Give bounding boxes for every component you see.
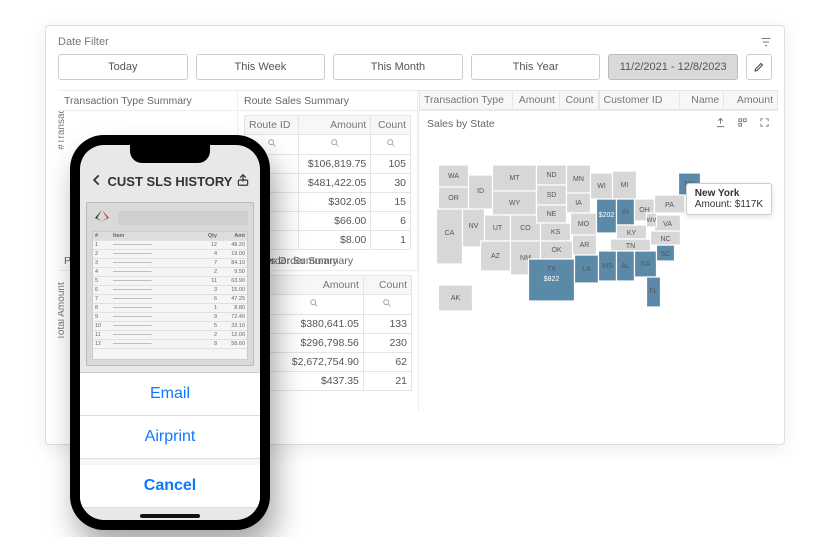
- col-cust-id[interactable]: Customer ID: [599, 91, 680, 110]
- svg-text:NV: NV: [469, 223, 479, 230]
- filter-this-week[interactable]: This Week: [196, 54, 326, 80]
- svg-text:UT: UT: [493, 225, 503, 232]
- svg-text:OR: OR: [448, 195, 459, 202]
- filter-this-month[interactable]: This Month: [333, 54, 463, 80]
- date-filter-buttons: Today This Week This Month This Year 11/…: [58, 54, 772, 80]
- svg-text:KS: KS: [551, 229, 561, 236]
- svg-text:NC: NC: [660, 236, 670, 243]
- svg-text:IN: IN: [622, 209, 629, 216]
- edit-range-button[interactable]: [746, 54, 772, 80]
- svg-text:PA: PA: [665, 202, 674, 209]
- col-route-id[interactable]: Route ID: [245, 116, 299, 135]
- col-so-amount[interactable]: Amount: [265, 276, 364, 295]
- svg-text:NE: NE: [547, 211, 557, 218]
- svg-text:CO: CO: [520, 225, 531, 232]
- svg-text:KY: KY: [627, 230, 637, 237]
- svg-text:ID: ID: [477, 188, 484, 195]
- svg-text:$822: $822: [544, 276, 560, 283]
- svg-text:WY: WY: [509, 200, 521, 207]
- svg-text:MT: MT: [509, 175, 520, 182]
- cancel-button[interactable]: Cancel: [80, 465, 260, 508]
- action-sheet: Email Airprint Cancel: [80, 372, 260, 508]
- col-cust-amount[interactable]: Amount: [724, 91, 778, 110]
- svg-text:AK: AK: [451, 295, 461, 302]
- phone-title: CUST SLS HISTORY: [108, 174, 233, 189]
- map-tooltip: New York Amount: $117K: [686, 183, 772, 215]
- home-indicator[interactable]: [140, 514, 200, 518]
- export-icon[interactable]: [715, 119, 729, 131]
- report-table: #ItemQtyAmt 1———————1248.20 2———————419.…: [92, 231, 248, 360]
- email-button[interactable]: Email: [80, 373, 260, 416]
- svg-text:AZ: AZ: [491, 253, 501, 260]
- svg-text:AL: AL: [621, 263, 630, 270]
- svg-text:SC: SC: [661, 251, 671, 258]
- svg-text:TN: TN: [626, 243, 635, 250]
- svg-text:TX: TX: [547, 266, 556, 273]
- col-cust-name[interactable]: Name: [680, 91, 724, 110]
- svg-text:ND: ND: [546, 172, 556, 179]
- svg-text:IA: IA: [575, 200, 582, 207]
- phone-notch: [130, 145, 210, 163]
- tooltip-amount: Amount: $117K: [695, 199, 763, 210]
- phone-mockup: CUST SLS HISTORY #ItemQtyAmt 1———————124…: [70, 135, 270, 530]
- svg-text:MI: MI: [621, 182, 629, 189]
- panel-title-route: Route Sales Summary: [238, 91, 418, 111]
- svg-text:MO: MO: [578, 221, 590, 228]
- svg-text:LA: LA: [582, 266, 591, 273]
- svg-text:WA: WA: [448, 173, 459, 180]
- svg-text:VA: VA: [663, 221, 672, 228]
- fullscreen-icon[interactable]: [759, 119, 770, 131]
- svg-text:WI: WI: [597, 183, 606, 190]
- svg-text:CA: CA: [445, 230, 455, 237]
- report-preview[interactable]: #ItemQtyAmt 1———————1248.20 2———————419.…: [86, 202, 254, 366]
- svg-text:WV: WV: [647, 218, 657, 224]
- report-logo-icon: [92, 208, 112, 228]
- col-tx-type[interactable]: Transaction Type: [420, 91, 513, 110]
- back-icon[interactable]: [90, 171, 104, 192]
- share-icon[interactable]: [236, 173, 250, 190]
- ylabel-total-amount: Total Amount: [58, 282, 67, 340]
- filter-custom-range[interactable]: 11/2/2021 - 12/8/2023: [608, 54, 738, 80]
- map-title: Sales by State: [427, 118, 495, 130]
- airprint-button[interactable]: Airprint: [80, 416, 260, 459]
- svg-text:FL: FL: [649, 288, 657, 295]
- col-so-count[interactable]: Count: [363, 276, 411, 295]
- col-tx-count[interactable]: Count: [559, 91, 598, 110]
- svg-text:MN: MN: [573, 176, 584, 183]
- ylabel-transactions: #Transactions: [58, 111, 67, 150]
- svg-text:OK: OK: [551, 247, 561, 254]
- panel-title-tx1: Transaction Type Summary: [58, 91, 238, 111]
- col-amount[interactable]: Amount: [299, 116, 371, 135]
- svg-text:AR: AR: [580, 242, 590, 249]
- filter-icon[interactable]: [760, 36, 772, 48]
- col-tx-amount[interactable]: Amount: [512, 91, 559, 110]
- us-map[interactable]: WA OR CA NV ID MT WY UT AZ CO NM ND SD N…: [427, 135, 770, 345]
- search-amount[interactable]: [299, 135, 371, 155]
- filter-this-year[interactable]: This Year: [471, 54, 601, 80]
- col-count[interactable]: Count: [371, 116, 411, 135]
- filter-today[interactable]: Today: [58, 54, 188, 80]
- tooltip-state: New York: [695, 188, 740, 199]
- svg-text:SD: SD: [547, 192, 557, 199]
- search-count[interactable]: [371, 135, 411, 155]
- settings-icon[interactable]: [737, 119, 751, 131]
- svg-text:MS: MS: [602, 263, 613, 270]
- svg-text:$202: $202: [599, 212, 615, 219]
- date-filter-label: Date Filter: [58, 36, 109, 48]
- panel-sales-by-state: Sales by State Transaction Type: [418, 111, 778, 411]
- svg-text:GA: GA: [640, 261, 650, 268]
